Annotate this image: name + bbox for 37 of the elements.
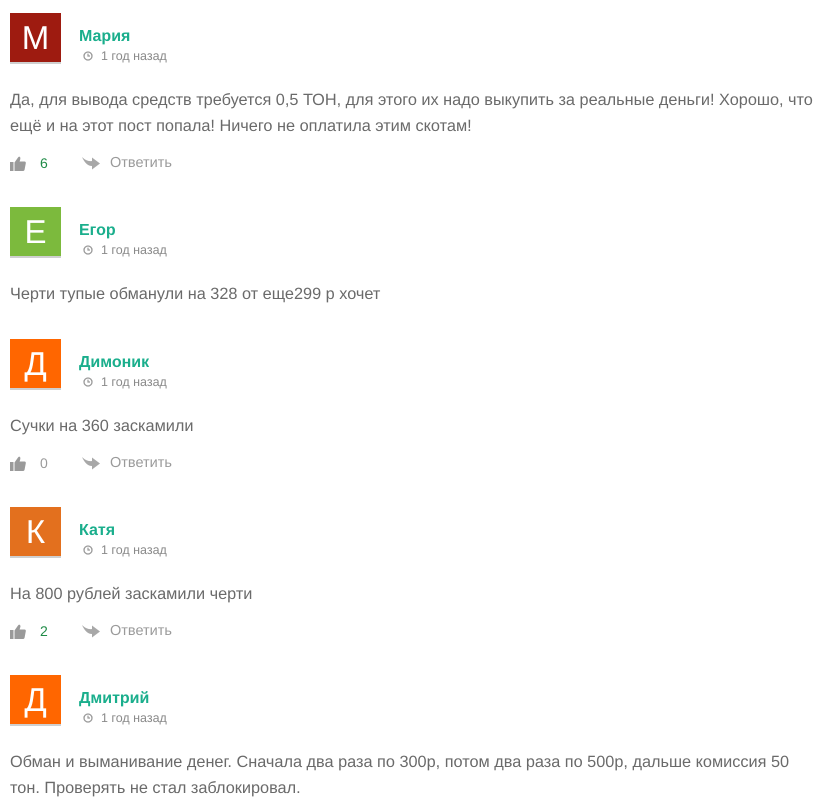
clock-icon <box>83 713 93 723</box>
author-name[interactable]: Дмитрий <box>79 689 167 709</box>
like-count: 0 <box>40 455 49 471</box>
thumbs-up-icon[interactable] <box>10 456 26 470</box>
reply-link[interactable]: Ответить <box>110 623 172 639</box>
comment-time: 1 год назад <box>101 710 167 726</box>
thumbs-up-icon[interactable] <box>10 624 26 638</box>
comment-time: 1 год назад <box>101 374 167 390</box>
comment-text: Сучки на 360 заскамили <box>10 416 194 437</box>
clock-icon <box>83 51 93 61</box>
author-name[interactable]: Димоник <box>79 353 167 373</box>
comment-text: Да, для вывода средств требуется 0,5 ТОН, для этого их надо выкупить за реальные деньги! Хорошо, что ещё и на этот пост попала! Ничего не оплатила этим скотам! <box>10 90 814 137</box>
comment-text: На 800 рублей заскамили черти <box>10 584 254 605</box>
reply-link[interactable]: Ответить <box>110 455 172 471</box>
author-name[interactable]: Мария <box>79 27 167 47</box>
clock-icon <box>83 377 93 387</box>
reply-arrow-icon[interactable] <box>82 456 100 470</box>
author-name[interactable]: Катя <box>79 521 167 541</box>
avatar: К <box>10 507 61 558</box>
like-count: 2 <box>40 623 49 639</box>
author-name[interactable]: Егор <box>79 221 167 241</box>
thumbs-up-icon[interactable] <box>10 156 26 170</box>
like-count: 6 <box>40 155 49 171</box>
comment-text: Обман и выманивание денег. Сначала два раза по 300р, потом два раза по 500р, дальше комиссия 50 тон. Проверять не стал заблокировал. <box>10 752 790 799</box>
comment-time: 1 год назад <box>101 542 167 558</box>
reply-link[interactable]: Ответить <box>110 155 172 171</box>
comment-time: 1 год назад <box>101 48 167 64</box>
reply-arrow-icon[interactable] <box>82 156 100 170</box>
clock-icon <box>83 545 93 555</box>
avatar: Е <box>10 207 61 258</box>
reply-arrow-icon[interactable] <box>82 624 100 638</box>
avatar: Д <box>10 339 61 390</box>
clock-icon <box>83 245 93 255</box>
avatar: Д <box>10 675 61 726</box>
comment-text: Черти тупые обманули на 328 от еще299 р хочет <box>10 284 382 305</box>
comment-time: 1 год назад <box>101 242 167 258</box>
avatar: М <box>10 13 61 64</box>
